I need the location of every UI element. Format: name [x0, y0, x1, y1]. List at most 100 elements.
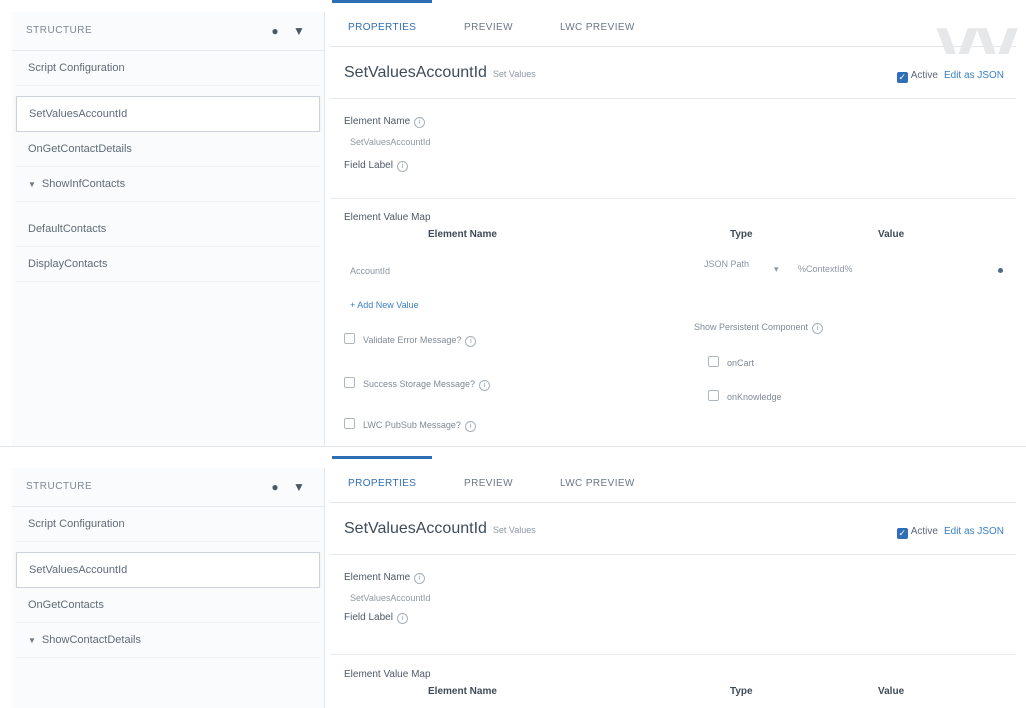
add-icon[interactable]: ●: [268, 480, 282, 494]
sidebar-item-label: Script Configuration: [28, 62, 125, 74]
column-type: Type: [730, 686, 753, 697]
column-value: Value: [878, 229, 905, 240]
persistent-component-label: Show Persistent Component i: [694, 322, 824, 334]
structure-title: STRUCTURE: [26, 481, 93, 492]
active-checkbox[interactable]: ✓: [896, 528, 908, 539]
row-value-input[interactable]: %ContextId%: [798, 264, 853, 274]
divider: [330, 198, 1016, 199]
sidebar-item-script-configuration[interactable]: Script Configuration: [16, 507, 320, 542]
lwc-pubsub-checkbox[interactable]: [344, 418, 355, 429]
structure-sidebar: STRUCTURE ● ▼ Script Configuration SetVa…: [12, 12, 325, 446]
active-toggle[interactable]: ✓ Active Edit as JSON: [896, 70, 1004, 83]
element-name-label-text: Element Name: [344, 572, 411, 583]
row-type-select[interactable]: JSON Path: [704, 259, 749, 269]
edit-as-json-link[interactable]: Edit as JSON: [944, 70, 1004, 81]
value-map-label: Element Value Map: [344, 212, 431, 223]
chevron-down-icon[interactable]: ▾: [774, 264, 779, 275]
column-element-name: Element Name: [428, 229, 497, 240]
tab-preview[interactable]: PREVIEW: [464, 22, 513, 33]
sidebar-item-label: ShowInfContacts: [41, 178, 126, 190]
sidebar-item-label: Script Configuration: [28, 518, 125, 530]
element-name-label: Element Name i: [344, 572, 426, 584]
structure-header: STRUCTURE ● ▼: [12, 468, 324, 507]
sidebar-item-displaycontacts[interactable]: DisplayContacts: [16, 247, 320, 282]
sidebar-item-ongetcontacts[interactable]: OnGetContacts: [16, 588, 320, 623]
element-name-input[interactable]: SetValuesAccountId: [350, 593, 430, 603]
element-title-text: SetValuesAccountId: [344, 520, 487, 537]
validate-error-label: Validate Error Message?: [363, 335, 462, 345]
tab-properties[interactable]: PROPERTIES: [331, 0, 433, 33]
oncart-checkbox[interactable]: [708, 356, 719, 367]
delete-row-icon[interactable]: [998, 268, 1003, 273]
chevron-down-icon[interactable]: ▼: [28, 180, 36, 189]
info-icon: i: [396, 161, 408, 172]
column-value: Value: [878, 686, 905, 697]
active-label: Active: [910, 526, 938, 537]
sidebar-item-label: DisplayContacts: [28, 258, 108, 270]
divider: [330, 654, 1016, 655]
tab-lwc-preview[interactable]: LWC PREVIEW: [560, 478, 635, 489]
value-map-label: Element Value Map: [344, 669, 431, 680]
element-type: Set Values: [492, 69, 536, 79]
sidebar-item-setvaluesaccountid[interactable]: SetValuesAccountId: [16, 552, 320, 588]
info-icon: i: [414, 573, 426, 584]
sidebar-item-script-configuration[interactable]: Script Configuration: [16, 51, 320, 86]
sidebar-item-ongetcontactdetails[interactable]: OnGetContactDetails: [16, 132, 320, 167]
element-title: SetValuesAccountId Set Values: [344, 520, 536, 538]
tab-bar: PROPERTIES PREVIEW LWC PREVIEW: [330, 456, 1016, 503]
tab-bar: PROPERTIES PREVIEW LWC PREVIEW VV: [330, 0, 1018, 81]
sidebar-item-setvaluesaccountid[interactable]: SetValuesAccountId: [16, 96, 320, 132]
sidebar-item-showinfcontacts[interactable]: ▼ ShowInfContacts: [16, 167, 320, 202]
info-icon: i: [479, 380, 491, 391]
success-storage-label: Success Storage Message?: [363, 379, 476, 389]
add-new-value-link[interactable]: + Add New Value: [350, 300, 419, 310]
element-header: SetValuesAccountId Set Values ✓ Active Edit…: [330, 54, 1016, 99]
success-storage-checkbox[interactable]: [344, 377, 355, 388]
tab-lwc-preview[interactable]: LWC PREVIEW: [560, 22, 635, 33]
column-element-name: Element Name: [428, 686, 497, 697]
onknowledge-label: onKnowledge: [727, 392, 782, 402]
field-label-text: Field Label: [344, 160, 393, 171]
sidebar-item-label: ShowContactDetails: [41, 634, 141, 646]
element-title: SetValuesAccountId Set Values: [344, 64, 536, 82]
oncart-option[interactable]: onCart: [708, 356, 754, 368]
onknowledge-checkbox[interactable]: [708, 390, 719, 401]
element-type: Set Values: [492, 525, 536, 535]
oncart-label: onCart: [727, 358, 755, 368]
info-icon: i: [464, 421, 476, 432]
info-icon: i: [465, 336, 477, 347]
active-toggle[interactable]: ✓ Active Edit as JSON: [896, 526, 1004, 539]
sidebar-item-label: DefaultContacts: [28, 223, 107, 235]
lwc-pubsub-option[interactable]: LWC PubSub Message? i: [344, 418, 476, 432]
info-icon: i: [396, 613, 408, 624]
chevron-down-icon[interactable]: ▼: [28, 636, 36, 645]
properties-main: PROPERTIES PREVIEW LWC PREVIEW VV SetVal…: [330, 0, 1018, 446]
tab-properties[interactable]: PROPERTIES: [331, 456, 433, 489]
sidebar-item-label: SetValuesAccountId: [29, 108, 128, 120]
element-name-label-text: Element Name: [344, 116, 411, 127]
element-name-input[interactable]: SetValuesAccountId: [350, 137, 430, 147]
active-checkbox[interactable]: ✓: [896, 72, 908, 83]
tab-preview[interactable]: PREVIEW: [464, 478, 513, 489]
element-name-label: Element Name i: [344, 116, 426, 128]
row-element-name-input[interactable]: AccountId: [350, 266, 390, 276]
sidebar-item-showcontactdetails[interactable]: ▼ ShowContactDetails: [16, 623, 320, 658]
filter-icon[interactable]: ▼: [292, 24, 306, 38]
validate-error-checkbox[interactable]: [344, 333, 355, 344]
add-icon[interactable]: ●: [268, 24, 282, 38]
validate-error-option[interactable]: Validate Error Message? i: [344, 333, 477, 347]
success-storage-option[interactable]: Success Storage Message? i: [344, 377, 491, 391]
sidebar-item-label: OnGetContacts: [28, 599, 104, 611]
element-title-text: SetValuesAccountId: [344, 64, 487, 81]
script-editor-panel-bottom: STRUCTURE ● ▼ Script Configuration SetVa…: [0, 456, 1026, 708]
info-icon: i: [812, 323, 824, 334]
filter-icon[interactable]: ▼: [292, 480, 306, 494]
structure-header: STRUCTURE ● ▼: [12, 12, 324, 51]
sidebar-item-label: SetValuesAccountId: [29, 564, 128, 576]
lwc-pubsub-label: LWC PubSub Message?: [363, 420, 461, 430]
script-editor-panel-top: STRUCTURE ● ▼ Script Configuration SetVa…: [0, 0, 1026, 447]
onknowledge-option[interactable]: onKnowledge: [708, 390, 782, 402]
sidebar-item-defaultcontacts[interactable]: DefaultContacts: [16, 212, 320, 247]
properties-main: PROPERTIES PREVIEW LWC PREVIEW SetValues…: [330, 456, 1016, 708]
edit-as-json-link[interactable]: Edit as JSON: [944, 526, 1004, 537]
